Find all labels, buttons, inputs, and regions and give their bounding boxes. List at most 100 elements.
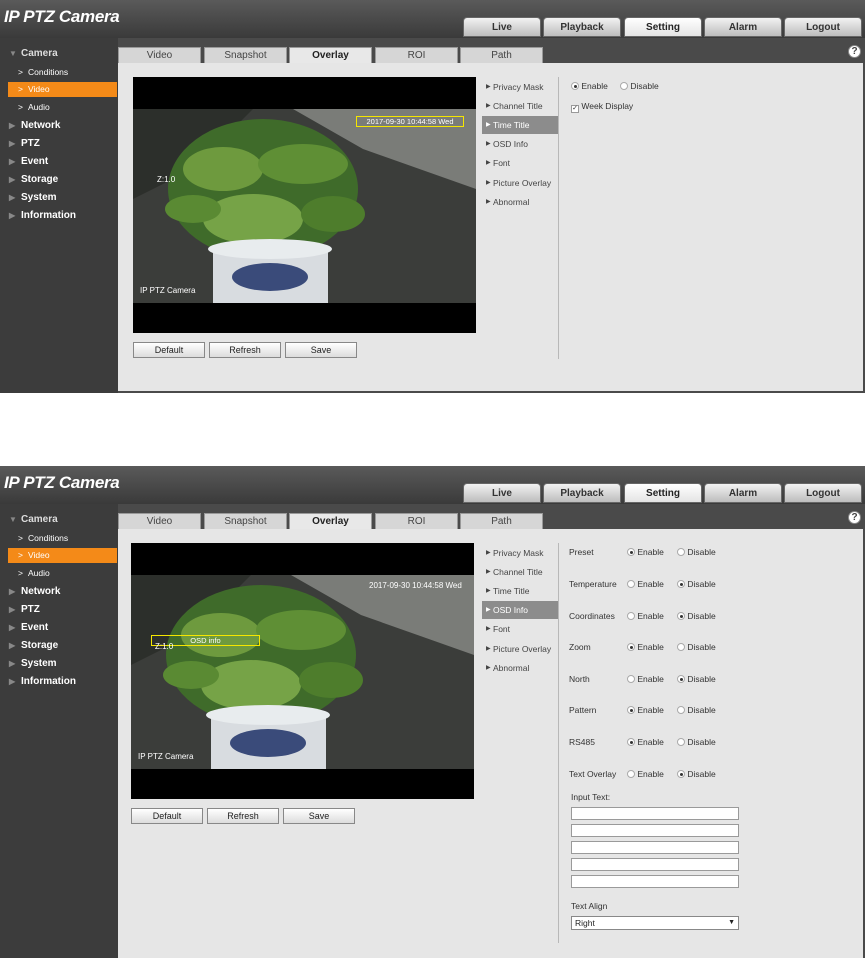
nav-alarm[interactable]: Alarm — [704, 17, 782, 37]
sidebar-item-audio[interactable]: > Audio — [8, 566, 117, 581]
refresh-button[interactable]: Refresh — [207, 808, 279, 824]
submenu-font[interactable]: ▶ Font — [482, 620, 558, 638]
radio-selected-icon[interactable] — [677, 675, 685, 683]
disable-option[interactable]: Disable — [620, 81, 659, 91]
text-align-select[interactable]: Right ▼ — [571, 916, 739, 930]
radio-icon[interactable] — [677, 738, 685, 746]
sidebar-item-conditions[interactable]: > Conditions — [8, 531, 117, 546]
radio-selected-icon[interactable] — [571, 82, 579, 90]
tab-overlay[interactable]: Overlay — [289, 513, 372, 529]
submenu-abnormal[interactable]: ▶ Abnormal — [482, 659, 558, 677]
save-button[interactable]: Save — [283, 808, 355, 824]
radio-icon[interactable] — [620, 82, 628, 90]
tab-video[interactable]: Video — [118, 513, 201, 529]
sidebar-item-storage[interactable]: ▶ Storage — [0, 638, 117, 654]
input-text-field-2[interactable] — [571, 824, 739, 837]
radio-selected-icon[interactable] — [627, 548, 635, 556]
nav-setting[interactable]: Setting — [624, 17, 702, 37]
submenu-abnormal[interactable]: ▶ Abnormal — [482, 193, 558, 211]
submenu-channel-title[interactable]: ▶ Channel Title — [482, 563, 558, 581]
enable-option[interactable]: Enable — [627, 737, 664, 747]
nav-live[interactable]: Live — [463, 17, 541, 37]
submenu-osd-info[interactable]: ▶ OSD Info — [482, 135, 558, 153]
tab-overlay[interactable]: Overlay — [289, 47, 372, 63]
tab-roi[interactable]: ROI — [375, 513, 458, 529]
help-icon[interactable]: ? — [848, 45, 861, 58]
enable-option[interactable]: Enable — [627, 674, 664, 684]
nav-logout[interactable]: Logout — [784, 17, 862, 37]
submenu-channel-title[interactable]: ▶ Channel Title — [482, 97, 558, 115]
tab-snapshot[interactable]: Snapshot — [204, 513, 287, 529]
sidebar-item-system[interactable]: ▶ System — [0, 190, 117, 206]
save-button[interactable]: Save — [285, 342, 357, 358]
nav-playback[interactable]: Playback — [543, 483, 621, 503]
sidebar-item-event[interactable]: ▶ Event — [0, 154, 117, 170]
radio-selected-icon[interactable] — [627, 738, 635, 746]
help-icon[interactable]: ? — [848, 511, 861, 524]
input-text-field-5[interactable] — [571, 875, 739, 888]
default-button[interactable]: Default — [131, 808, 203, 824]
submenu-picture-overlay[interactable]: ▶ Picture Overlay — [482, 640, 558, 658]
disable-option[interactable]: Disable — [677, 547, 716, 557]
sidebar-item-video[interactable]: > Video — [8, 82, 117, 97]
sidebar-item-camera[interactable]: ▼ Camera — [0, 512, 117, 528]
disable-option[interactable]: Disable — [677, 642, 716, 652]
sidebar-item-ptz[interactable]: ▶ PTZ — [0, 136, 117, 152]
sidebar-item-system[interactable]: ▶ System — [0, 656, 117, 672]
disable-option[interactable]: Disable — [677, 737, 716, 747]
submenu-privacy-mask[interactable]: ▶ Privacy Mask — [482, 544, 558, 562]
refresh-button[interactable]: Refresh — [209, 342, 281, 358]
sidebar-item-information[interactable]: ▶ Information — [0, 208, 117, 224]
radio-icon[interactable] — [627, 612, 635, 620]
tab-roi[interactable]: ROI — [375, 47, 458, 63]
submenu-font[interactable]: ▶ Font — [482, 154, 558, 172]
input-text-field-4[interactable] — [571, 858, 739, 871]
enable-option[interactable]: Enable — [627, 705, 664, 715]
input-text-field-1[interactable] — [571, 807, 739, 820]
nav-playback[interactable]: Playback — [543, 17, 621, 37]
time-title-osd-box[interactable]: 2017-09-30 10:44:58 Wed — [356, 116, 464, 127]
sidebar-item-audio[interactable]: > Audio — [8, 100, 117, 115]
radio-selected-icon[interactable] — [627, 643, 635, 651]
nav-live[interactable]: Live — [463, 483, 541, 503]
submenu-privacy-mask[interactable]: ▶ Privacy Mask — [482, 78, 558, 96]
sidebar-item-event[interactable]: ▶ Event — [0, 620, 117, 636]
radio-selected-icon[interactable] — [677, 770, 685, 778]
enable-option[interactable]: Enable — [627, 547, 664, 557]
sidebar-item-storage[interactable]: ▶ Storage — [0, 172, 117, 188]
disable-option[interactable]: Disable — [677, 674, 716, 684]
submenu-picture-overlay[interactable]: ▶ Picture Overlay — [482, 174, 558, 192]
sidebar-item-ptz[interactable]: ▶ PTZ — [0, 602, 117, 618]
radio-selected-icon[interactable] — [677, 580, 685, 588]
tab-snapshot[interactable]: Snapshot — [204, 47, 287, 63]
disable-option[interactable]: Disable — [677, 611, 716, 621]
sidebar-item-network[interactable]: ▶ Network — [0, 584, 117, 600]
sidebar-item-network[interactable]: ▶ Network — [0, 118, 117, 134]
radio-icon[interactable] — [627, 770, 635, 778]
radio-icon[interactable] — [677, 643, 685, 651]
radio-icon[interactable] — [627, 675, 635, 683]
submenu-time-title[interactable]: ▶ Time Title — [482, 582, 558, 600]
sidebar-item-information[interactable]: ▶ Information — [0, 674, 117, 690]
input-text-field-3[interactable] — [571, 841, 739, 854]
tab-path[interactable]: Path — [460, 47, 543, 63]
week-display-row[interactable]: ✓ Week Display — [571, 101, 633, 113]
disable-option[interactable]: Disable — [677, 579, 716, 589]
enable-option[interactable]: Enable — [627, 611, 664, 621]
checkbox-checked-icon[interactable]: ✓ — [571, 105, 579, 113]
radio-icon[interactable] — [627, 580, 635, 588]
radio-selected-icon[interactable] — [627, 706, 635, 714]
sidebar-item-video[interactable]: > Video — [8, 548, 117, 563]
radio-icon[interactable] — [677, 706, 685, 714]
sidebar-item-camera[interactable]: ▼ Camera — [0, 46, 117, 62]
submenu-osd-info[interactable]: ▶ OSD Info — [482, 601, 558, 619]
nav-alarm[interactable]: Alarm — [704, 483, 782, 503]
enable-option[interactable]: Enable — [627, 579, 664, 589]
radio-icon[interactable] — [677, 548, 685, 556]
enable-option[interactable]: Enable — [571, 81, 608, 91]
tab-path[interactable]: Path — [460, 513, 543, 529]
nav-setting[interactable]: Setting — [624, 483, 702, 503]
nav-logout[interactable]: Logout — [784, 483, 862, 503]
submenu-time-title[interactable]: ▶ Time Title — [482, 116, 558, 134]
disable-option[interactable]: Disable — [677, 705, 716, 715]
